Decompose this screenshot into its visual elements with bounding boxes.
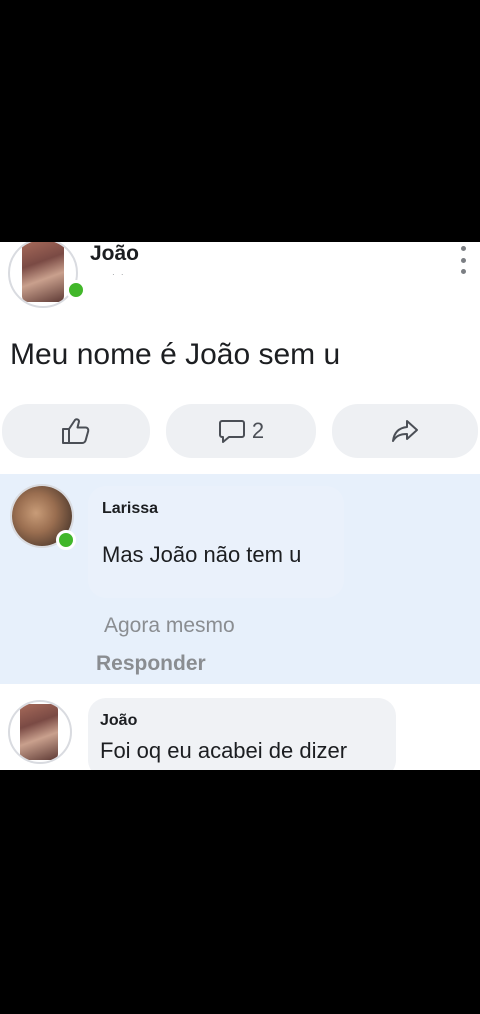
online-status-dot	[66, 280, 86, 300]
post-screen: João · · Meu nome é João sem u 2 Larissa…	[0, 242, 480, 770]
comment-text: Foi oq eu acabei de dizer	[100, 738, 348, 763]
share-button[interactable]	[332, 404, 478, 458]
comment-timestamp: Agora mesmo	[104, 614, 235, 637]
comment-bubble-joao: João Foi oq eu acabei de dizer	[88, 698, 396, 770]
comment-author[interactable]: João	[100, 712, 137, 730]
post-text: Meu nome é João sem u	[10, 338, 341, 371]
share-icon	[392, 420, 418, 442]
avatar	[8, 242, 78, 308]
comment-bubble-larissa: Larissa Mas João não tem u	[88, 486, 344, 598]
post-author-name[interactable]: João	[90, 242, 139, 266]
comment-button[interactable]: 2	[166, 404, 316, 458]
screenshot-frame: { "post": { "author": "João", "text": "M…	[0, 0, 480, 1014]
like-button[interactable]	[2, 404, 150, 458]
comment-avatar-joao[interactable]	[8, 700, 72, 764]
reply-button[interactable]: Responder	[96, 652, 206, 676]
comment-icon	[218, 420, 245, 443]
comment-author[interactable]: Larissa	[102, 500, 158, 518]
online-status-dot	[56, 530, 76, 550]
post-meta: · ·	[112, 270, 126, 279]
thumbs-up-icon	[62, 418, 90, 444]
comment-text: Mas João não tem u	[102, 542, 302, 567]
comment-count: 2	[251, 418, 265, 443]
more-options-icon[interactable]	[456, 246, 470, 274]
post-author-avatar[interactable]	[8, 242, 86, 308]
